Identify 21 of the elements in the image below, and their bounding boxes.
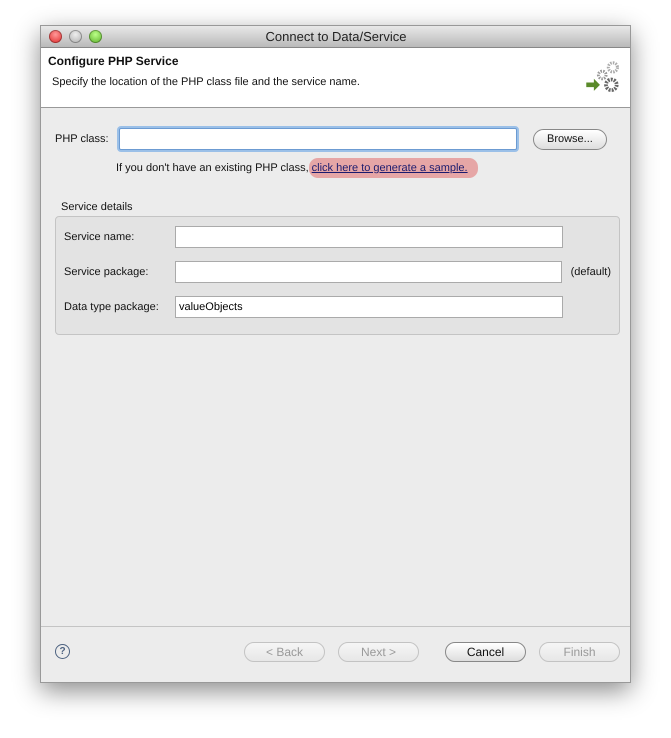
browse-button[interactable]: Browse... xyxy=(533,128,607,150)
window-title: Connect to Data/Service xyxy=(264,29,408,44)
wizard-button[interactable]: Cancel xyxy=(445,642,526,662)
generate-sample-link[interactable]: click here to generate a sample. xyxy=(308,158,478,178)
php-class-field[interactable] xyxy=(119,128,517,150)
field-label: Service name: xyxy=(64,231,136,243)
field-label: PHP class: xyxy=(55,133,110,145)
help-icon[interactable]: ? xyxy=(55,644,70,659)
page-description: Specify the location of the PHP class file and the service name. xyxy=(51,76,360,88)
default-note: (default) xyxy=(570,266,611,278)
page-title: Configure PHP Service xyxy=(48,54,180,68)
group-title: Service details xyxy=(60,201,134,213)
field-label: Service package: xyxy=(64,266,150,278)
field-label: Data type package: xyxy=(64,301,160,313)
text-field[interactable] xyxy=(174,261,562,283)
hint-text: If you don't have an existing PHP class, xyxy=(116,162,309,174)
minimize-button[interactable] xyxy=(69,30,82,43)
text-field[interactable]: valueObjects xyxy=(175,296,563,318)
zoom-button[interactable] xyxy=(89,30,102,43)
close-button[interactable] xyxy=(49,30,62,43)
text-field[interactable] xyxy=(175,226,563,248)
